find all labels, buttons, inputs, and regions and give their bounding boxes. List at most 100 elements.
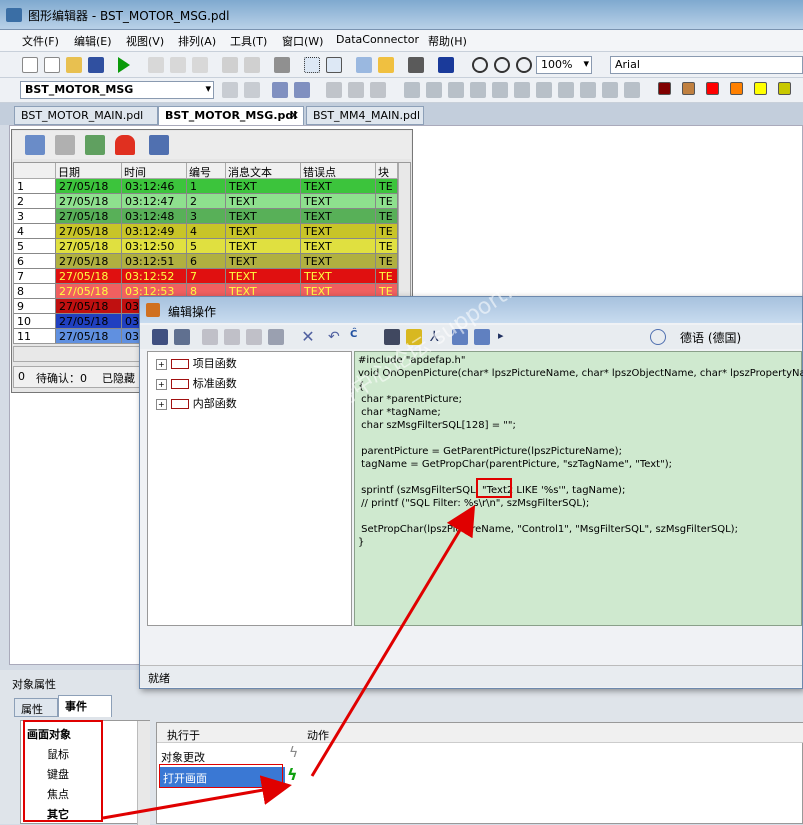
menu-file[interactable]: 文件(F) <box>22 33 59 49</box>
column-header[interactable]: 块 <box>376 163 398 179</box>
column-header[interactable]: 日期 <box>56 163 122 179</box>
zoom-out-icon[interactable] <box>494 57 510 73</box>
group-icon[interactable] <box>222 82 238 98</box>
menu-edit[interactable]: 编辑(E) <box>74 33 112 49</box>
paste-icon[interactable] <box>246 329 262 345</box>
event-row-object-change[interactable]: 对象更改 <box>161 749 205 765</box>
save-icon[interactable] <box>88 57 104 73</box>
expand-icon[interactable]: ▸ <box>498 329 514 345</box>
table-row[interactable]: 1 27/05/18 03:12:46 1 TEXT TEXT TE <box>14 179 410 194</box>
clock-icon[interactable] <box>650 329 666 345</box>
tab-bst-motor-main[interactable]: BST_MOTOR_MAIN.pdl <box>14 106 158 125</box>
menu-arrange[interactable]: 排列(A) <box>178 33 216 49</box>
spread-h-icon[interactable] <box>536 82 552 98</box>
open-folder-icon[interactable] <box>66 57 82 73</box>
center-v-icon[interactable] <box>514 82 530 98</box>
same-height-icon[interactable] <box>602 82 618 98</box>
menu-tools[interactable]: 工具(T) <box>230 33 267 49</box>
checklist-icon[interactable] <box>55 135 75 155</box>
vertical-scrollbar[interactable] <box>137 721 150 825</box>
help-pointer-icon[interactable] <box>438 57 454 73</box>
redo-icon[interactable] <box>244 57 260 73</box>
color-swatch[interactable] <box>706 82 719 95</box>
print-icon[interactable] <box>174 329 190 345</box>
cut-icon[interactable] <box>202 329 218 345</box>
table-row[interactable]: 5 27/05/18 03:12:50 5 TEXT TEXT TE <box>14 239 410 254</box>
align-icon[interactable] <box>326 82 342 98</box>
checklist-icon[interactable] <box>85 135 105 155</box>
wand-icon[interactable] <box>272 82 288 98</box>
center-h-icon[interactable] <box>492 82 508 98</box>
replace-icon[interactable] <box>268 329 284 345</box>
table-row[interactable]: 2 27/05/18 03:12:47 2 TEXT TEXT TE <box>14 194 410 209</box>
close-icon[interactable]: ✕ <box>290 109 299 122</box>
code-editor[interactable]: #include "apdefap.h" void OnOpenPicture(… <box>354 351 803 626</box>
snap-icon[interactable] <box>326 57 342 73</box>
font-select[interactable]: Arial <box>610 56 803 74</box>
cut-icon[interactable] <box>148 57 164 73</box>
color-swatch[interactable] <box>778 82 791 95</box>
acknowledge-icon[interactable] <box>25 135 45 155</box>
table-row[interactable]: 6 27/05/18 03:12:51 6 TEXT TEXT TE <box>14 254 410 269</box>
library-icon[interactable] <box>378 57 394 73</box>
table-row[interactable]: 4 27/05/18 03:12:49 4 TEXT TEXT TE <box>14 224 410 239</box>
properties-icon[interactable] <box>408 57 424 73</box>
align-bottom-icon[interactable] <box>470 82 486 98</box>
new-file-icon[interactable] <box>22 57 38 73</box>
save-icon[interactable] <box>152 329 168 345</box>
table-row[interactable]: 7 27/05/18 03:12:52 7 TEXT TEXT TE <box>14 269 410 284</box>
tab-bst-motor-msg[interactable]: BST_MOTOR_MSG.pdl ✕ <box>158 106 304 125</box>
color-swatch[interactable] <box>658 82 671 95</box>
color-swatch[interactable] <box>730 82 743 95</box>
align-icon[interactable] <box>348 82 364 98</box>
object-select[interactable]: BST_MOTOR_MSG ▾ <box>20 81 214 99</box>
color-swatch[interactable] <box>682 82 695 95</box>
tree-item-standard-functions[interactable]: + 标准函数 <box>156 375 237 391</box>
run-icon[interactable] <box>118 57 130 73</box>
print-icon[interactable] <box>274 57 290 73</box>
tree-item-project-functions[interactable]: + 项目函数 <box>156 355 237 371</box>
table-row[interactable]: 3 27/05/18 03:12:48 3 TEXT TEXT TE <box>14 209 410 224</box>
column-header[interactable]: 编号 <box>187 163 226 179</box>
column-header[interactable]: 时间 <box>122 163 187 179</box>
export-icon[interactable] <box>149 135 169 155</box>
layers-icon[interactable] <box>356 57 372 73</box>
lightning-c-icon[interactable]: ϟ <box>287 765 298 784</box>
same-size-icon[interactable] <box>624 82 640 98</box>
copy-icon[interactable] <box>170 57 186 73</box>
lightning-icon[interactable]: ϟ <box>289 745 298 761</box>
zoom-area-icon[interactable] <box>516 57 532 73</box>
spread-v-icon[interactable] <box>558 82 574 98</box>
undo-icon[interactable] <box>222 57 238 73</box>
same-width-icon[interactable] <box>580 82 596 98</box>
tree-item-internal-functions[interactable]: + 内部函数 <box>156 395 237 411</box>
paste-icon[interactable] <box>192 57 208 73</box>
align-right-icon[interactable] <box>426 82 442 98</box>
menu-dataconnector[interactable]: DataConnector <box>336 33 419 46</box>
ungroup-icon[interactable] <box>244 82 260 98</box>
column-header[interactable]: 错误点 <box>301 163 376 179</box>
tab-properties[interactable]: 属性 <box>14 698 58 717</box>
align-top-icon[interactable] <box>448 82 464 98</box>
alarm-lamp-icon[interactable] <box>115 135 135 155</box>
zoom-select[interactable]: 100% ▾ <box>536 56 592 74</box>
tab-bst-mm4-main[interactable]: BST_MM4_MAIN.pdl <box>306 106 424 125</box>
menu-help[interactable]: 帮助(H) <box>428 33 467 49</box>
tab-events[interactable]: 事件 <box>58 695 112 717</box>
export-icon[interactable] <box>474 329 490 345</box>
align-left-icon[interactable] <box>404 82 420 98</box>
compile-icon[interactable]: Ĉ <box>350 329 366 345</box>
expand-icon[interactable]: + <box>156 399 167 410</box>
menu-view[interactable]: 视图(V) <box>126 33 164 49</box>
new-file-icon[interactable] <box>44 57 60 73</box>
grid-icon[interactable] <box>304 57 320 73</box>
color-swatch[interactable] <box>754 82 767 95</box>
column-header[interactable]: 消息文本 <box>226 163 301 179</box>
expand-icon[interactable]: + <box>156 379 167 390</box>
zoom-in-icon[interactable] <box>472 57 488 73</box>
wand-icon[interactable] <box>294 82 310 98</box>
align-icon[interactable] <box>370 82 386 98</box>
delete-icon[interactable]: ✕ <box>300 329 316 345</box>
copy-icon[interactable] <box>224 329 240 345</box>
undo-icon[interactable]: ↶ <box>328 329 344 345</box>
